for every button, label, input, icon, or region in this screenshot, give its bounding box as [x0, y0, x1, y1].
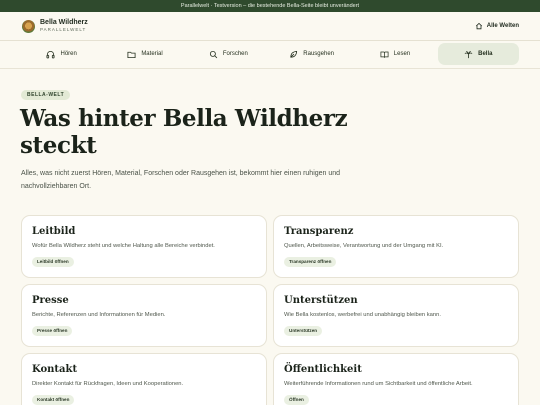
card-description: Wofür Bella Wildherz steht und welche Ha… — [32, 243, 215, 249]
card-open-button[interactable]: Transparenz öffnen — [284, 257, 337, 267]
card-open-button[interactable]: Kontakt öffnen — [32, 395, 75, 405]
lead-text: Alles, was nicht zuerst Hören, Material,… — [21, 170, 341, 190]
header-divider — [0, 40, 540, 41]
home-icon — [475, 22, 482, 30]
all-worlds-label: Alle Welten — [486, 23, 519, 29]
card-title: Presse — [32, 295, 69, 306]
card-description: Wie Bella kostenlos, werbefrei und unabh… — [284, 312, 441, 318]
nav-item-forschen[interactable]: Forschen — [188, 43, 269, 65]
folder-icon — [127, 51, 136, 58]
card-description: Direkter Kontakt für Rückfragen, Ideen u… — [32, 381, 184, 387]
brand[interactable]: Bella Wildherz PARALLELWELT — [22, 19, 88, 33]
nav-item-lesen[interactable]: Lesen — [354, 43, 435, 65]
card-open-button[interactable]: Presse öffnen — [32, 326, 73, 336]
card-open-button[interactable]: Unterstützen — [284, 326, 323, 336]
card-title: Unterstützen — [284, 295, 358, 306]
card-leitbild[interactable]: Leitbild Wofür Bella Wildherz steht und … — [21, 215, 267, 278]
section-badge: BELLA-WELT — [21, 90, 71, 100]
brand-name: Bella Wildherz — [40, 19, 88, 26]
card-title: Kontakt — [32, 364, 78, 375]
headphones-icon — [46, 50, 55, 58]
card-description: Weiterführende Informationen rund um Sic… — [284, 381, 473, 387]
nav-label: Lesen — [393, 51, 411, 57]
nav-item-bella[interactable]: Bella — [437, 43, 519, 65]
card-description: Berichte, Referenzen und Informationen f… — [32, 312, 166, 318]
palm-icon — [464, 50, 473, 58]
nav-label: Bella — [478, 51, 493, 57]
page-title-line-2: steckt — [20, 132, 97, 159]
bella-logo-icon — [22, 19, 35, 33]
preview-banner: Parallelwelt · Testversion – die bestehe… — [0, 0, 540, 12]
card-title: Leitbild — [32, 226, 76, 237]
card-kontakt[interactable]: Kontakt Direkter Kontakt für Rückfragen,… — [21, 353, 267, 405]
main-nav: Hören Material Forschen Rausgehen Lesen … — [21, 43, 519, 65]
nav-label: Hören — [60, 51, 77, 57]
nav-item-rausgehen[interactable]: Rausgehen — [271, 43, 352, 65]
card-presse[interactable]: Presse Berichte, Referenzen und Informat… — [21, 284, 267, 347]
page-title: Was hinter Bella Wildherz steckt — [20, 105, 420, 159]
card-open-button[interactable]: Leitbild öffnen — [32, 257, 74, 267]
nav-item-material[interactable]: Material — [104, 43, 185, 65]
card-open-button[interactable]: Öffnen — [284, 395, 309, 405]
nav-label: Material — [141, 51, 163, 57]
search-icon — [209, 50, 218, 58]
card-description: Quellen, Arbeitsweise, Verantwortung und… — [284, 243, 444, 249]
page-title-line-1: Was hinter Bella Wildherz — [20, 105, 348, 132]
card-unterstuetzen[interactable]: Unterstützen Wie Bella kostenlos, werbef… — [273, 284, 519, 347]
brand-text: Bella Wildherz PARALLELWELT — [40, 19, 88, 33]
card-grid: Leitbild Wofür Bella Wildherz steht und … — [21, 215, 519, 405]
card-transparenz[interactable]: Transparenz Quellen, Arbeitsweise, Veran… — [273, 215, 519, 278]
all-worlds-link[interactable]: Alle Welten — [475, 22, 519, 30]
nav-label: Rausgehen — [303, 51, 334, 57]
nav-label: Forschen — [222, 51, 248, 57]
card-title: Transparenz — [284, 226, 354, 237]
nav-divider — [0, 68, 540, 69]
nav-item-hoeren[interactable]: Hören — [21, 43, 102, 65]
brand-subtitle: PARALLELWELT — [40, 27, 87, 32]
book-icon — [380, 51, 389, 58]
card-oeffentlichkeit[interactable]: Öffentlichkeit Weiterführende Informatio… — [273, 353, 519, 405]
top-bar: Bella Wildherz PARALLELWELT Alle Welten — [0, 12, 540, 40]
card-title: Öffentlichkeit — [284, 364, 362, 375]
leaf-icon — [290, 50, 298, 58]
